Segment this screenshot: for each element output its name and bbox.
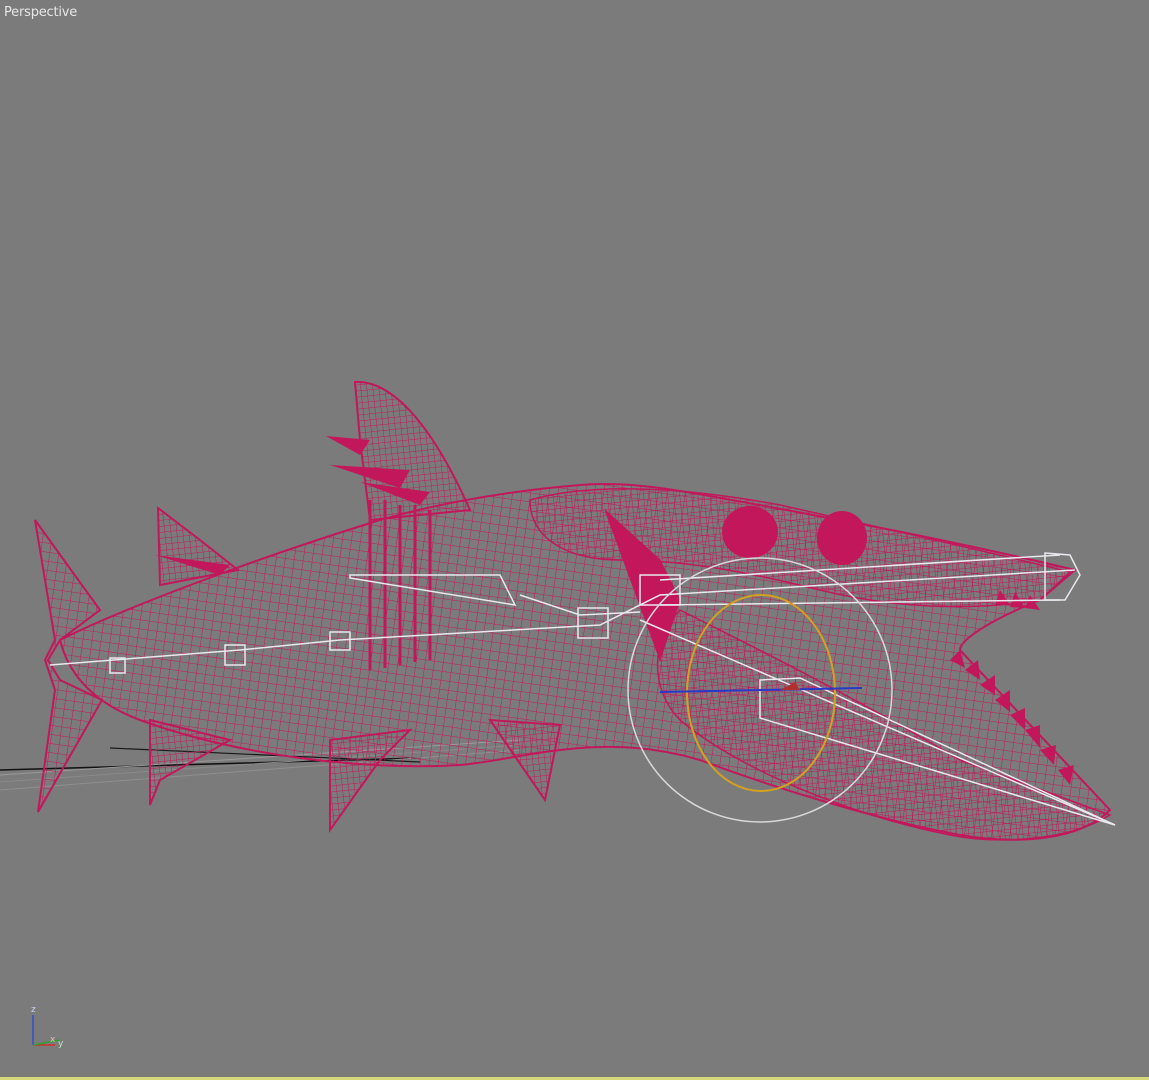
axis-x-label: x — [50, 1035, 56, 1045]
perspective-viewport[interactable]: Perspective z x y — [0, 0, 1149, 1080]
axis-z-label: z — [31, 1005, 36, 1015]
axis-gizmo: z x y — [31, 1005, 64, 1049]
viewport-scene[interactable]: z x y — [0, 0, 1149, 1080]
eye-left — [722, 506, 778, 558]
eye-right — [817, 511, 867, 565]
axis-y-label: y — [58, 1039, 64, 1049]
fish-mesh[interactable] — [34, 380, 1112, 841]
